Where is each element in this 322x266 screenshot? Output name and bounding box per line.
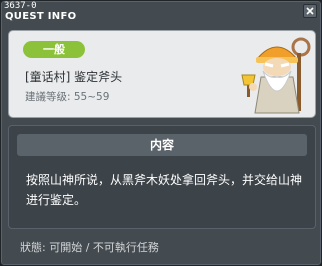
quest-summary-panel: 一般 [童话村] 鉴定斧头 建議等级: 55~59 (8, 30, 316, 118)
content-header: 内容 (17, 134, 307, 156)
quest-description: 按照山神所说，从黑斧木妖处拿回斧头，并交给山神进行鉴定。 (26, 173, 303, 207)
quest-info-window: 3637-0 QUEST INFO 一般 [童话村] 鉴定斧头 建議等级: 55… (0, 0, 322, 266)
quest-content-panel: 内容 按照山神所说，从黑斧木妖处拿回斧头，并交给山神进行鉴定。 (8, 125, 316, 229)
close-icon (306, 7, 314, 15)
quest-title: [童话村] 鉴定斧头 (25, 70, 123, 84)
recommended-level: 建議等级: 55~59 (25, 91, 110, 103)
category-badge: 一般 (23, 41, 85, 58)
window-title: QUEST INFO (5, 11, 77, 22)
old-mountain-god-npc-portrait-icon (241, 37, 311, 114)
window-id: 3637-0 (4, 1, 37, 11)
quest-status: 狀態: 可開始 / 不可執行任務 (20, 241, 159, 254)
close-button[interactable] (303, 4, 317, 18)
